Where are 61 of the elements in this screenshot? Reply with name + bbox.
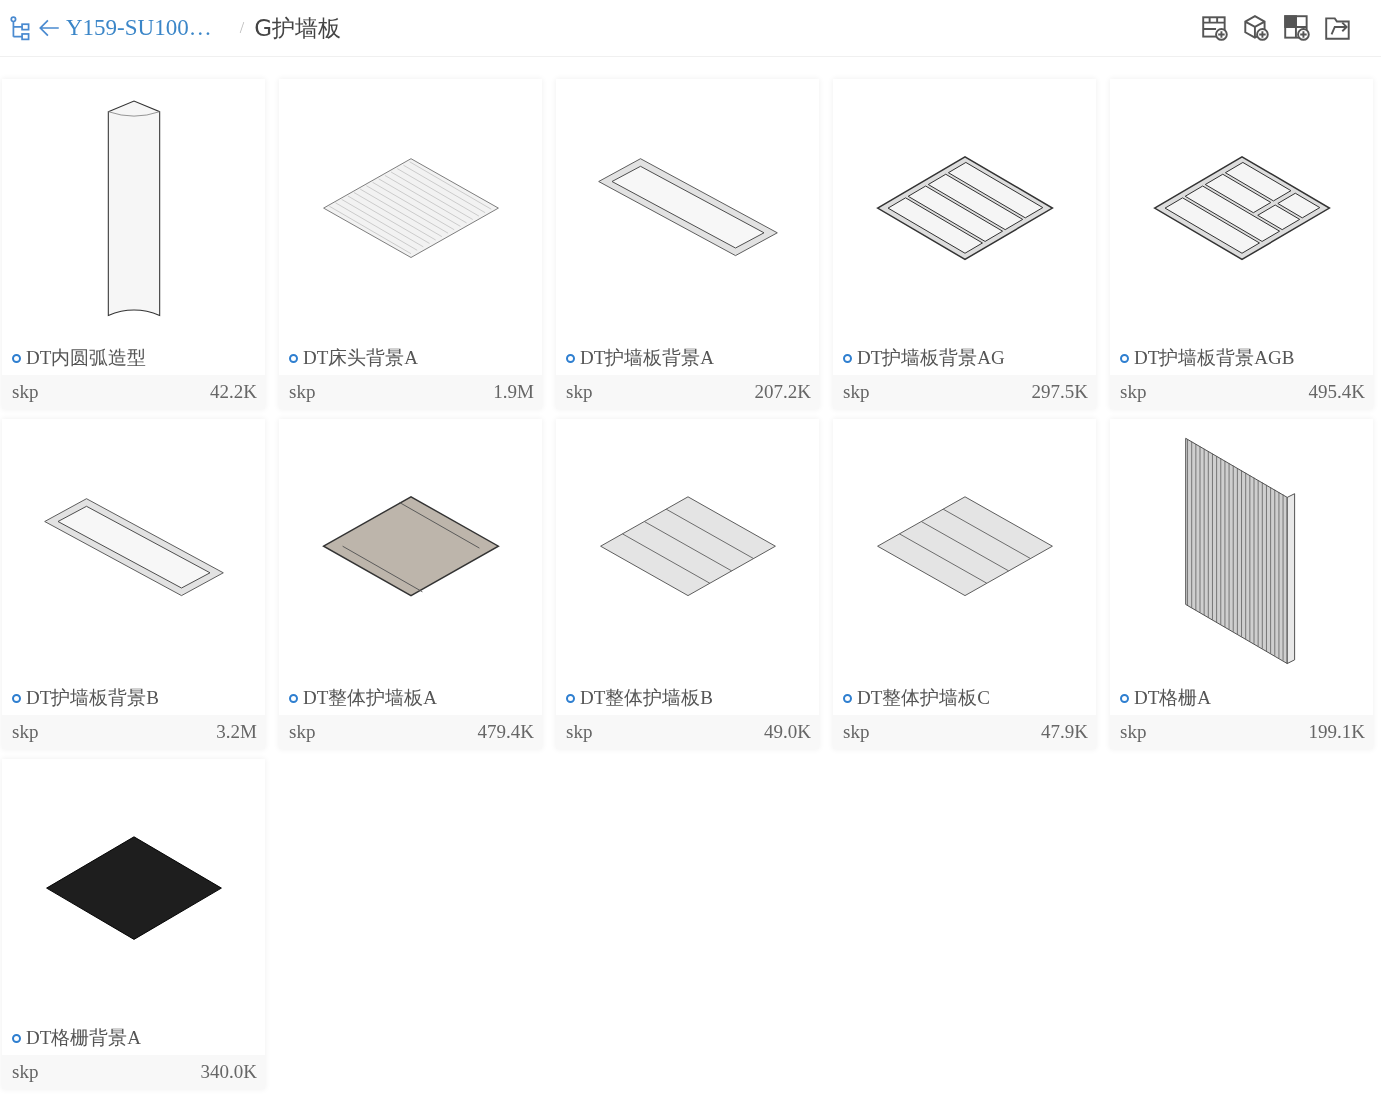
- file-type: skp: [12, 721, 39, 743]
- file-name: DT格栅背景A: [26, 1026, 142, 1050]
- file-card[interactable]: DT床头背景A skp 1.9M: [279, 79, 542, 409]
- file-size: 199.1K: [1308, 721, 1365, 743]
- file-card[interactable]: DT整体护墙板B skp 49.0K: [556, 419, 819, 749]
- status-dot-icon: [12, 1033, 21, 1043]
- file-size: 42.2K: [210, 381, 257, 403]
- file-size: 207.2K: [754, 381, 811, 403]
- file-type: skp: [1120, 381, 1147, 403]
- file-name: DT护墙板背景B: [26, 686, 159, 710]
- status-dot-icon: [566, 353, 575, 363]
- file-type: skp: [843, 381, 870, 403]
- status-dot-icon: [1120, 693, 1129, 703]
- file-type: skp: [12, 381, 39, 403]
- status-dot-icon: [1120, 353, 1129, 363]
- file-type: skp: [566, 381, 593, 403]
- breadcrumb-separator: /: [239, 19, 245, 37]
- file-size: 47.9K: [1041, 721, 1088, 743]
- file-name: DT格栅A: [1134, 686, 1212, 710]
- file-type: skp: [566, 721, 593, 743]
- file-size: 340.0K: [200, 1061, 257, 1083]
- file-name: DT护墙板背景AG: [857, 346, 1005, 370]
- file-size: 1.9M: [493, 381, 534, 403]
- add-table-icon[interactable]: [1200, 13, 1230, 43]
- add-layout-icon[interactable]: [1282, 13, 1312, 43]
- file-card[interactable]: DT护墙板背景B skp 3.2M: [2, 419, 265, 749]
- file-card[interactable]: DT护墙板背景AGB skp 495.4K: [1110, 79, 1373, 409]
- status-dot-icon: [566, 693, 575, 703]
- file-size: 3.2M: [216, 721, 257, 743]
- add-cube-icon[interactable]: [1241, 13, 1271, 43]
- file-name: DT整体护墙板B: [580, 686, 713, 710]
- file-card[interactable]: DT护墙板背景A skp 207.2K: [556, 79, 819, 409]
- file-card[interactable]: DT格栅A skp 199.1K: [1110, 419, 1373, 749]
- file-card[interactable]: DT格栅背景A skp 340.0K: [2, 759, 265, 1089]
- file-name: DT内圆弧造型: [26, 346, 147, 370]
- status-dot-icon: [289, 353, 298, 363]
- file-size: 297.5K: [1031, 381, 1088, 403]
- file-size: 495.4K: [1308, 381, 1365, 403]
- file-name: DT整体护墙板A: [303, 686, 438, 710]
- file-card[interactable]: DT整体护墙板A skp 479.4K: [279, 419, 542, 749]
- current-folder-title: G护墙板: [254, 13, 341, 43]
- status-dot-icon: [289, 693, 298, 703]
- status-dot-icon: [843, 353, 852, 363]
- file-size: 479.4K: [477, 721, 534, 743]
- file-card[interactable]: DT整体护墙板C skp 47.9K: [833, 419, 1096, 749]
- file-name: DT整体护墙板C: [857, 686, 990, 710]
- status-dot-icon: [12, 693, 21, 703]
- file-card[interactable]: DT内圆弧造型 skp 42.2K: [2, 79, 265, 409]
- file-size: 49.0K: [764, 721, 811, 743]
- parent-folder-link[interactable]: Y159-SU100…: [66, 15, 212, 41]
- status-dot-icon: [12, 353, 21, 363]
- file-card[interactable]: DT护墙板背景AG skp 297.5K: [833, 79, 1096, 409]
- file-type: skp: [843, 721, 870, 743]
- file-type: skp: [289, 381, 316, 403]
- status-dot-icon: [843, 693, 852, 703]
- file-type: skp: [1120, 721, 1147, 743]
- file-name: DT护墙板背景AGB: [1134, 346, 1295, 370]
- file-type: skp: [12, 1061, 39, 1083]
- file-type: skp: [289, 721, 316, 743]
- file-name: DT护墙板背景A: [580, 346, 715, 370]
- file-name: DT床头背景A: [303, 346, 419, 370]
